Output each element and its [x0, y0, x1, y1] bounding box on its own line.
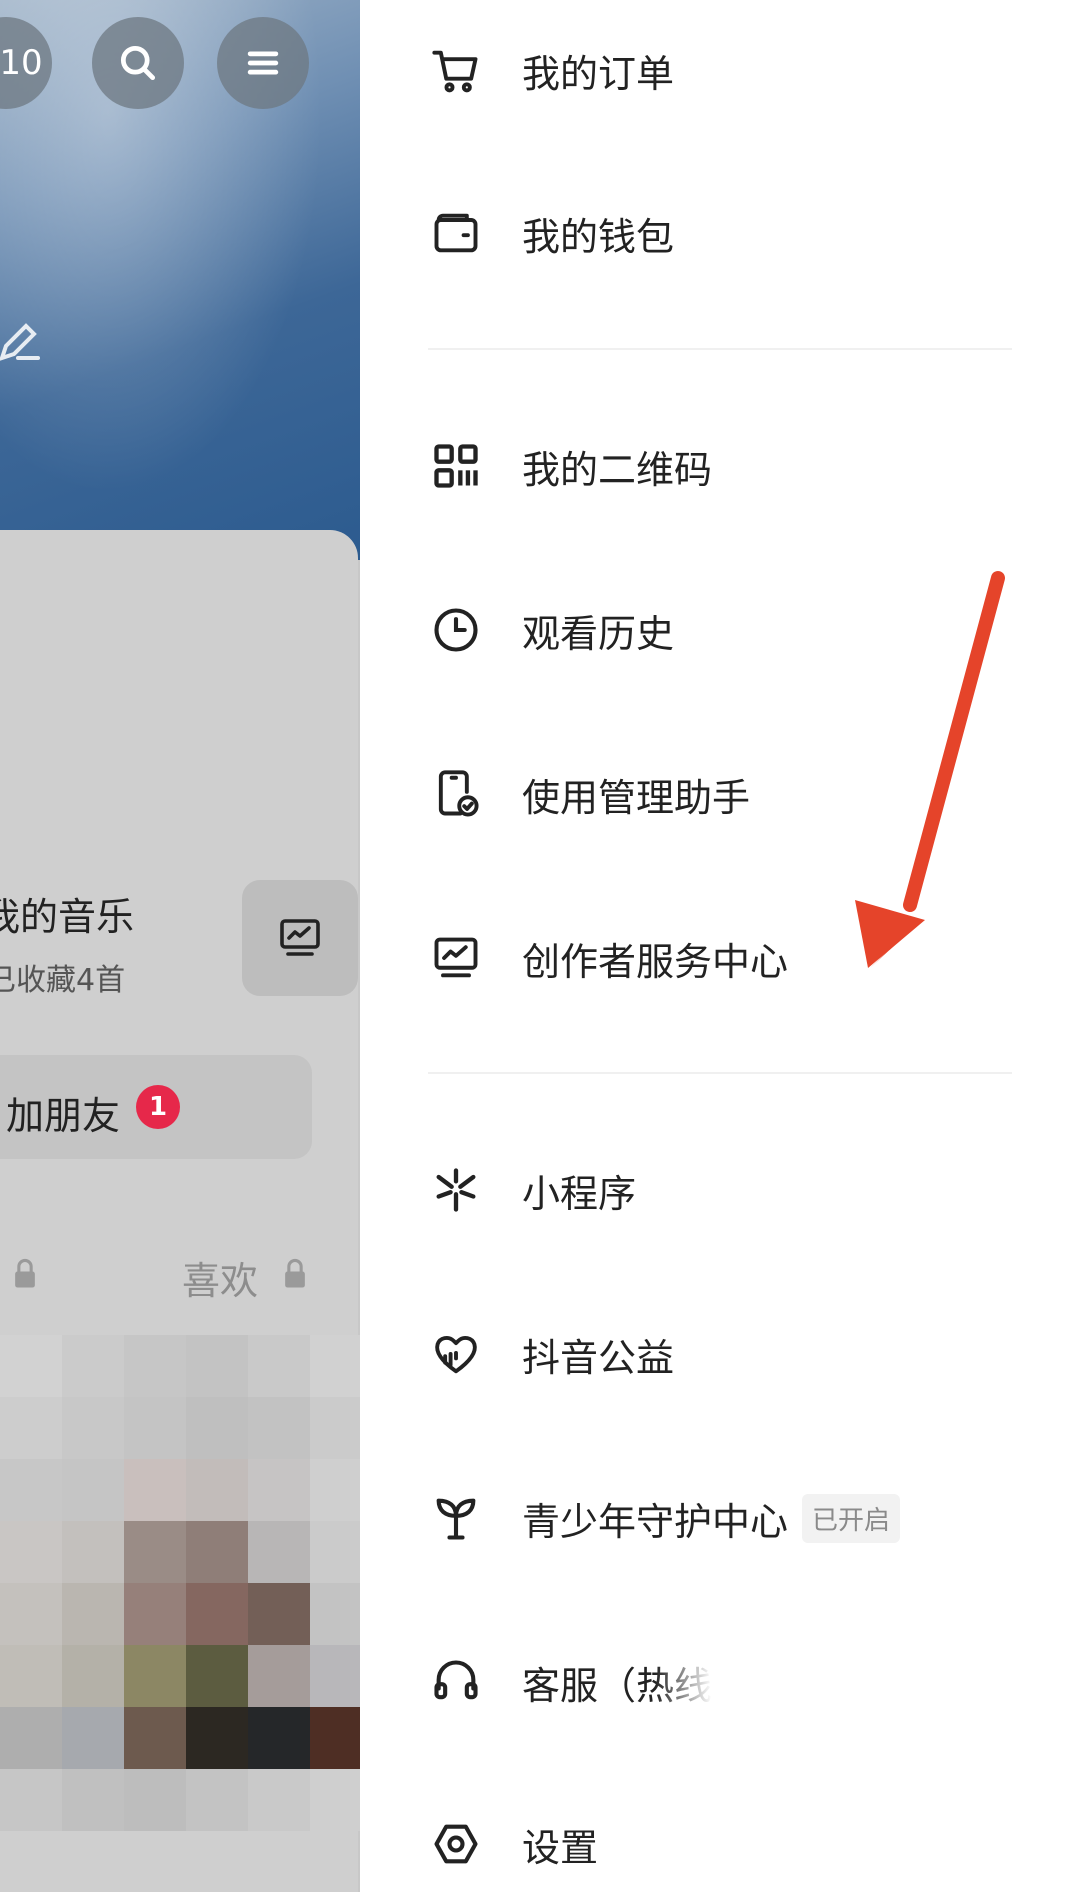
side-drawer-menu: 我的订单 我的钱包 我的二维码 观看历史 使用管理助手 创作者服务中心 小程序 … — [360, 0, 1080, 1892]
monitor-chart-icon — [430, 932, 482, 984]
menu-item-label: 我的钱包 — [522, 214, 675, 259]
add-friend-button[interactable]: 加朋友 1 — [0, 1055, 312, 1159]
menu-button[interactable] — [217, 17, 309, 109]
sprout-icon — [430, 1492, 482, 1544]
menu-item-label: 使用管理助手 — [522, 775, 751, 820]
edit-icon[interactable] — [0, 318, 42, 366]
menu-item-watch-history[interactable]: 观看历史 — [430, 580, 1020, 680]
menu-icon — [247, 51, 279, 75]
settings-icon — [430, 1818, 482, 1870]
menu-item-my-orders[interactable]: 我的订单 — [430, 20, 1020, 120]
creator-center-shortcut[interactable] — [242, 880, 358, 996]
profile-header-background — [0, 0, 360, 560]
menu-item-label: 观看历史 — [522, 611, 675, 656]
counter-text: 10 — [0, 43, 43, 83]
wallet-icon — [430, 207, 482, 259]
lock-icon — [15, 1258, 35, 1288]
monitor-chart-icon — [280, 919, 320, 956]
profile-page-background: 10 我的音乐 已收藏4首 加朋友 1 喜欢 — [0, 0, 360, 1892]
menu-item-youth-protection[interactable]: 青少年守护中心 已开启 — [430, 1468, 1020, 1568]
menu-item-charity[interactable]: 抖音公益 — [430, 1304, 1020, 1404]
cart-icon — [430, 44, 482, 96]
menu-item-mini-programs[interactable]: 小程序 — [430, 1140, 1020, 1240]
menu-item-usage-manager[interactable]: 使用管理助手 — [430, 744, 1020, 844]
status-badge: 已开启 — [802, 1493, 901, 1543]
menu-item-my-qr-code[interactable]: 我的二维码 — [430, 416, 1020, 516]
search-button[interactable] — [92, 17, 184, 109]
section-divider — [428, 1072, 1012, 1074]
search-icon — [120, 45, 156, 81]
section-divider — [428, 348, 1012, 350]
menu-item-creator-center[interactable]: 创作者服务中心 — [430, 908, 1020, 1008]
menu-item-label: 抖音公益 — [522, 1335, 675, 1380]
menu-item-label: 小程序 — [522, 1171, 637, 1216]
menu-item-label: 创作者服务中心 — [522, 939, 789, 984]
notification-badge: 1 — [136, 1085, 180, 1129]
menu-item-label: 我的订单 — [522, 51, 675, 96]
my-music-subtitle: 已收藏4首 — [0, 963, 126, 998]
lock-icon — [285, 1258, 305, 1288]
menu-item-settings[interactable]: 设置 — [430, 1794, 1020, 1894]
heart-charity-icon — [430, 1328, 482, 1380]
mini-program-icon — [430, 1164, 482, 1216]
tab-like[interactable]: 喜欢 — [182, 1250, 258, 1305]
clock-icon — [430, 604, 482, 656]
phone-check-icon — [430, 768, 482, 820]
menu-item-label: 我的二维码 — [522, 447, 713, 492]
menu-item-my-wallet[interactable]: 我的钱包 — [430, 183, 1020, 283]
pixelated-thumbnail — [0, 1335, 360, 1892]
headset-icon — [430, 1656, 482, 1708]
menu-item-label: 客服（热线 — [522, 1663, 713, 1708]
my-music-title[interactable]: 我的音乐 — [0, 886, 134, 941]
add-friend-label: 加朋友 — [6, 1094, 121, 1138]
menu-item-customer-service[interactable]: 客服（热线 — [430, 1632, 1020, 1732]
menu-item-label: 青少年守护中心 — [522, 1499, 789, 1544]
qr-code-icon — [430, 440, 482, 492]
menu-item-label: 设置 — [522, 1825, 599, 1870]
